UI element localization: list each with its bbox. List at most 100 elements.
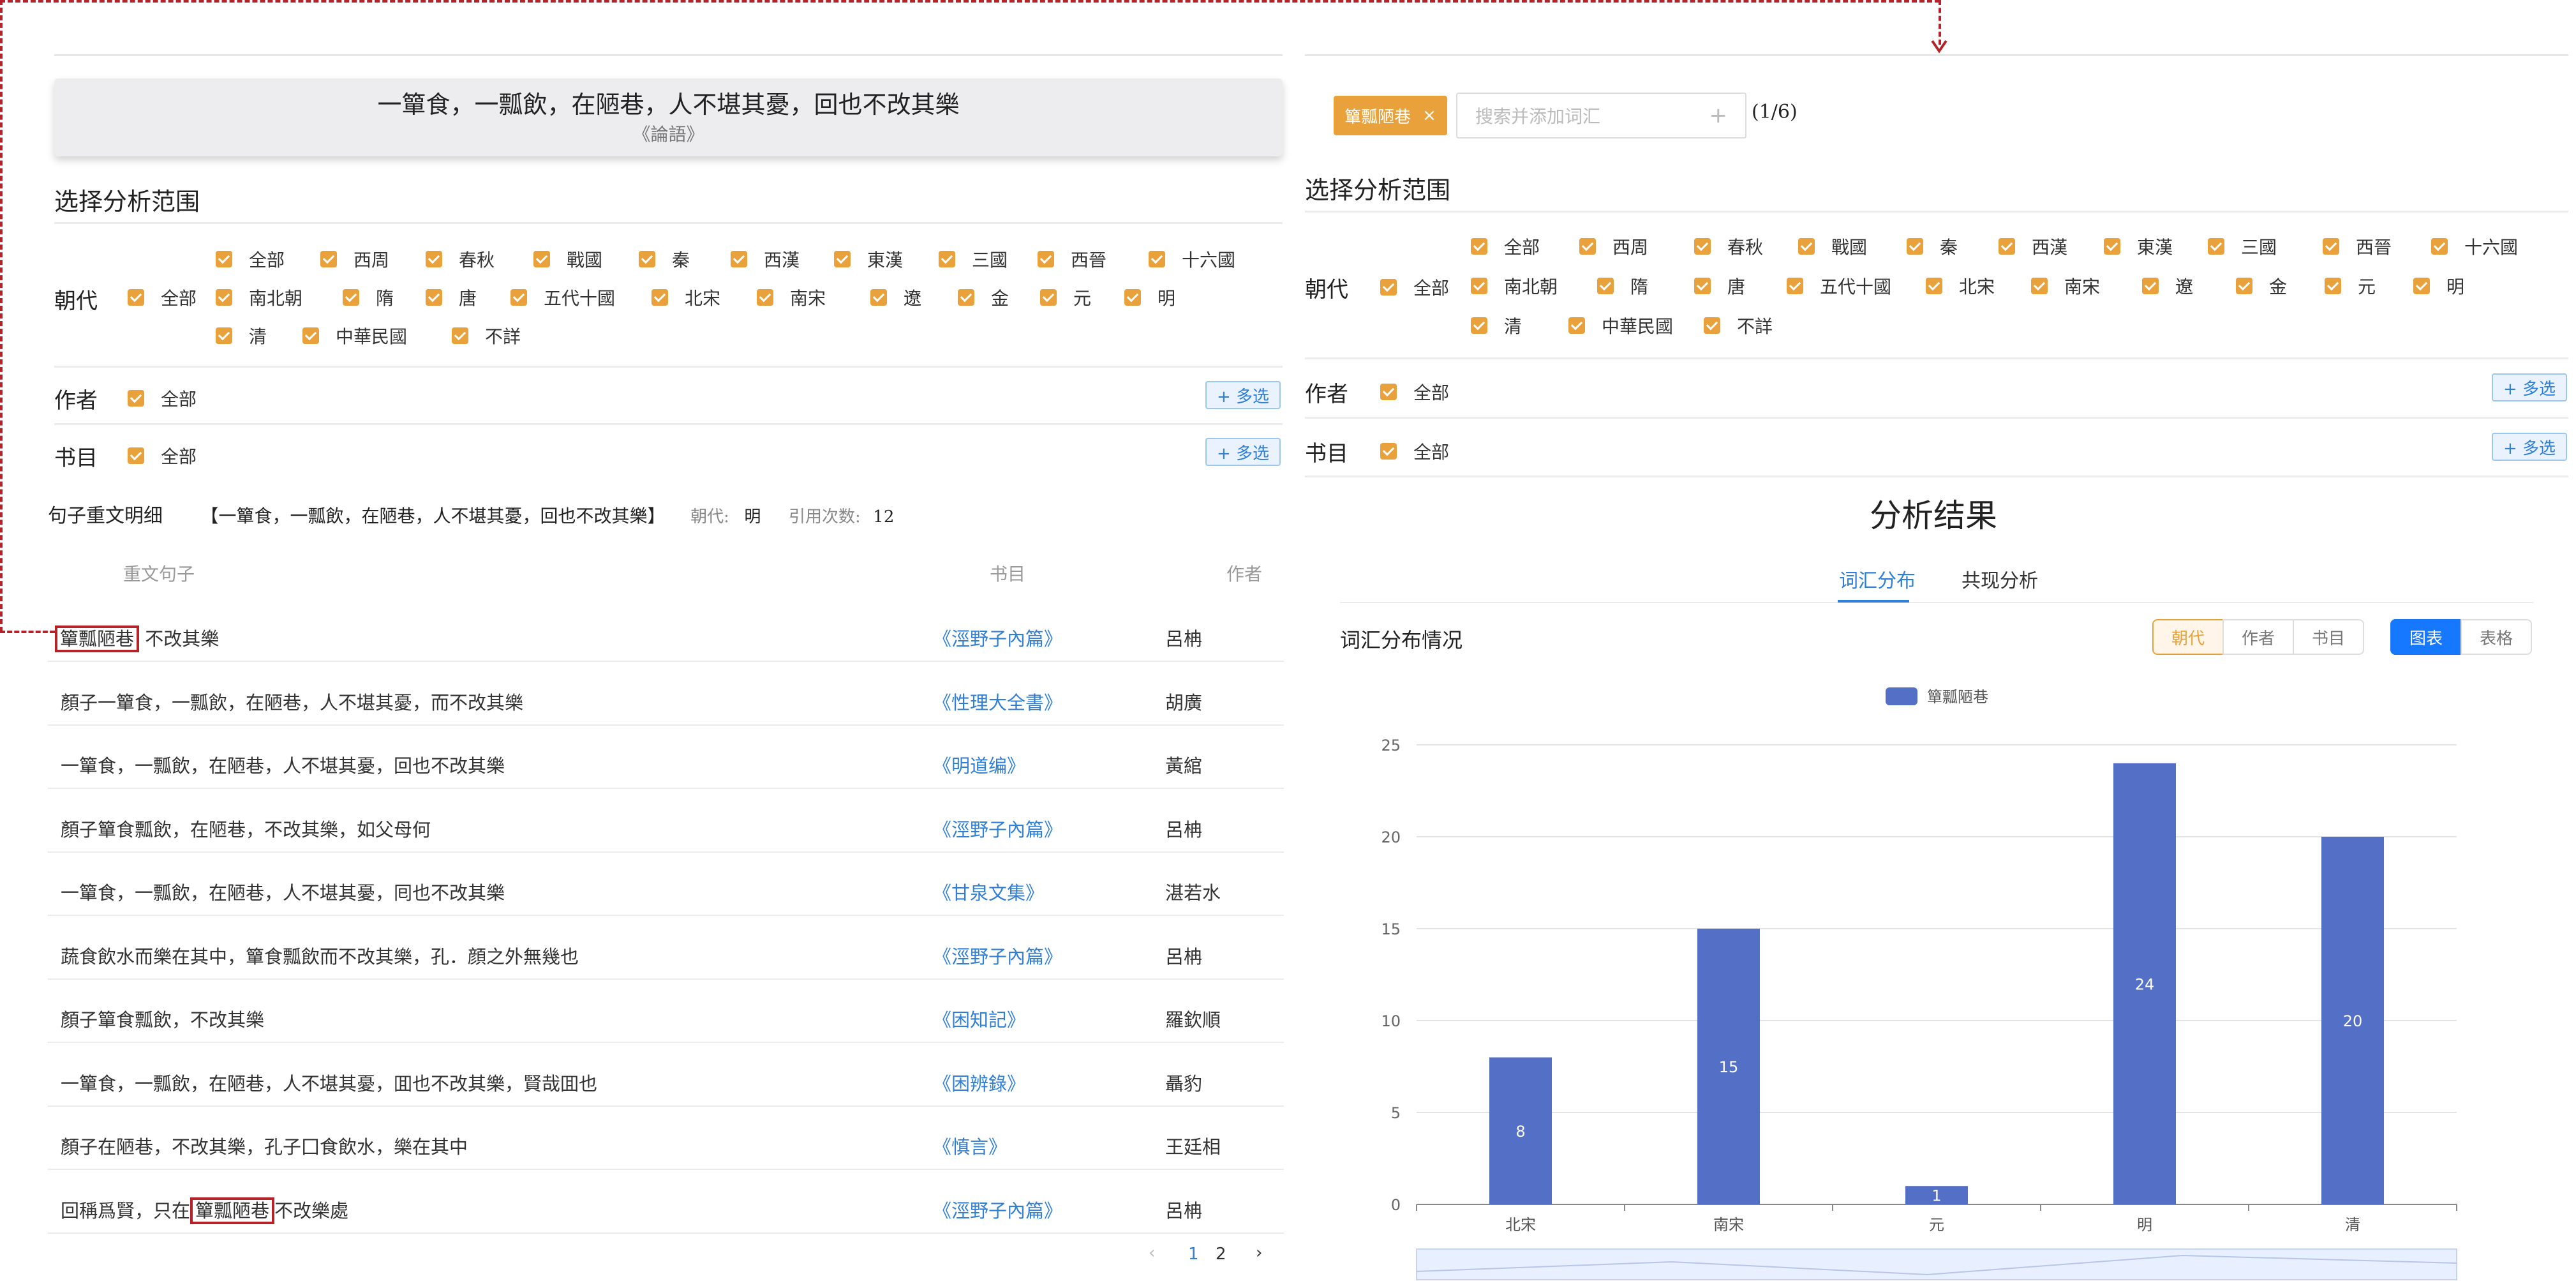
row-divider <box>48 1169 1284 1170</box>
dynasty-option-label: 南宋 <box>2064 276 2101 297</box>
dynasty-option-checkbox[interactable]: 元 <box>2325 273 2376 299</box>
dimension-dynasty-button[interactable]: 朝代 <box>2152 619 2224 655</box>
dynasty-option-checkbox[interactable]: 東漢 <box>834 246 903 272</box>
view-chart-button[interactable]: 图表 <box>2390 619 2462 655</box>
dynasty-option-checkbox[interactable]: 不詳 <box>452 323 521 348</box>
pager-prev-icon[interactable]: ‹ <box>1149 1243 1155 1262</box>
row-book-link[interactable]: 《涇野子內篇》 <box>933 815 1062 842</box>
checkbox-checked-icon <box>1124 289 1141 306</box>
checkbox-checked-icon <box>939 251 955 267</box>
dynasty-option-checkbox[interactable]: 十六國 <box>1149 246 1235 272</box>
dynasty-option-checkbox[interactable]: 五代十國 <box>510 285 615 310</box>
dynasty-option-checkbox[interactable]: 明 <box>2413 273 2464 299</box>
close-icon[interactable]: × <box>1422 106 1436 125</box>
author-all-checkbox-right[interactable]: 全部 <box>1380 379 1449 405</box>
dynasty-option-checkbox[interactable]: 隋 <box>1597 273 1648 299</box>
row-book-link[interactable]: 《涇野子內篇》 <box>933 624 1062 651</box>
checkbox-checked-icon <box>2325 278 2341 294</box>
dynasty-option-checkbox[interactable]: 戰國 <box>1798 234 1867 259</box>
dynasty-option-checkbox[interactable]: 東漢 <box>2104 234 2173 259</box>
dynasty-option-checkbox[interactable]: 中華民國 <box>302 323 407 348</box>
row-book-link[interactable]: 《性理大全書》 <box>933 688 1062 715</box>
dynasty-option-checkbox[interactable]: 清 <box>1471 313 1522 338</box>
dynasty-option-checkbox[interactable]: 隋 <box>343 285 394 310</box>
dynasty-option-checkbox[interactable]: 西漢 <box>731 246 800 272</box>
book-multi-select-button-right[interactable]: + 多选 <box>2492 433 2567 461</box>
dynasty-option-checkbox[interactable]: 十六國 <box>2431 234 2518 259</box>
dynasty-option-checkbox[interactable]: 北宋 <box>1926 273 1995 299</box>
dynasty-option-checkbox[interactable]: 西周 <box>320 246 389 272</box>
row-book-link[interactable]: 《困知記》 <box>933 1005 1025 1032</box>
dynasty-option-checkbox[interactable]: 戰國 <box>533 246 602 272</box>
checkbox-checked-icon <box>958 289 974 306</box>
row-book-link[interactable]: 《涇野子內篇》 <box>933 1196 1062 1223</box>
dynasty-option-checkbox[interactable]: 西周 <box>1579 234 1648 259</box>
dynasty-option-checkbox[interactable]: 西晉 <box>2323 234 2392 259</box>
dynasty-option-label: 清 <box>1504 316 1523 337</box>
bar-value-label: 8 <box>1515 1123 1525 1141</box>
dynasty-option-checkbox[interactable]: 五代十國 <box>1787 273 1891 299</box>
book-all-checkbox-right[interactable]: 全部 <box>1380 438 1449 464</box>
dynasty-option-checkbox[interactable]: 清 <box>216 323 267 348</box>
keyword-tag-label: 簞瓢陋巷 <box>1344 107 1411 127</box>
book-multi-select-button[interactable]: + 多选 <box>1205 438 1281 466</box>
dynasty-option-label: 中華民國 <box>336 326 408 347</box>
row-book-link[interactable]: 《涇野子內篇》 <box>933 942 1062 969</box>
dynasty-option-checkbox[interactable]: 三國 <box>939 246 1008 272</box>
dynasty-option-checkbox[interactable]: 唐 <box>1694 273 1745 299</box>
row-book-link[interactable]: 《困辨錄》 <box>933 1069 1025 1096</box>
dynasty-option-checkbox[interactable]: 南宋 <box>2031 273 2100 299</box>
dynasty-option-checkbox[interactable]: 西晉 <box>1038 246 1106 272</box>
dynasty-all-checkbox-right[interactable]: 全部 <box>1380 274 1449 300</box>
dynasty-option-checkbox[interactable]: 金 <box>2236 273 2287 299</box>
keyword-tag[interactable]: 簞瓢陋巷 × <box>1334 96 1447 135</box>
dynasty-option-checkbox[interactable]: 三國 <box>2208 234 2277 259</box>
plus-icon[interactable]: + <box>1709 103 1728 128</box>
view-table-button[interactable]: 表格 <box>2461 619 2532 655</box>
author-divider <box>54 423 1283 425</box>
dynasty-option-label: 西晉 <box>2356 237 2392 258</box>
dynasty-option-label: 南宋 <box>790 288 826 309</box>
dynasty-option-checkbox[interactable]: 南宋 <box>757 285 826 310</box>
tab-cooccurrence[interactable]: 共现分析 <box>1962 565 2038 593</box>
checkbox-checked-icon <box>426 251 442 267</box>
pager-page-1[interactable]: 1 <box>1188 1245 1199 1264</box>
author-all-checkbox[interactable]: 全部 <box>128 386 197 411</box>
tab-vocab-distribution[interactable]: 词汇分布 <box>1839 565 1916 593</box>
dynasty-option-checkbox[interactable]: 南北朝 <box>216 285 302 310</box>
keyword-search-input[interactable]: 搜索并添加词汇 + <box>1456 93 1746 139</box>
book-all-checkbox[interactable]: 全部 <box>128 443 197 468</box>
row-book-link[interactable]: 《甘泉文集》 <box>933 878 1044 905</box>
pager-page-2[interactable]: 2 <box>1216 1245 1226 1264</box>
row-book-link[interactable]: 《明道编》 <box>933 751 1025 778</box>
dimension-author-button[interactable]: 作者 <box>2222 619 2294 655</box>
dimension-book-button[interactable]: 书目 <box>2293 619 2364 655</box>
dynasty-option-checkbox[interactable]: 全部 <box>1471 234 1540 259</box>
dynasty-option-checkbox[interactable]: 西漢 <box>1999 234 2067 259</box>
pager-next-icon[interactable]: › <box>1256 1243 1262 1262</box>
dynasty-option-checkbox[interactable]: 全部 <box>216 246 285 272</box>
author-multi-select-button[interactable]: + 多选 <box>1205 381 1281 409</box>
dynasty-option-checkbox[interactable]: 遼 <box>870 285 921 310</box>
dynasty-option-checkbox[interactable]: 唐 <box>426 285 477 310</box>
dynasty-option-checkbox[interactable]: 北宋 <box>651 285 720 310</box>
row-divider <box>48 1232 1284 1234</box>
dynasty-option-checkbox[interactable]: 秦 <box>1907 234 1958 259</box>
dynasty-option-checkbox[interactable]: 元 <box>1040 285 1091 310</box>
row-book-link[interactable]: 《慎言》 <box>933 1132 1007 1159</box>
dynasty-option-checkbox[interactable]: 中華民國 <box>1568 313 1673 338</box>
dynasty-option-checkbox[interactable]: 春秋 <box>426 246 495 272</box>
dynasty-option-checkbox[interactable]: 秦 <box>639 246 690 272</box>
dynasty-option-label: 東漢 <box>2137 237 2173 258</box>
dynasty-option-checkbox[interactable]: 春秋 <box>1694 234 1763 259</box>
dynasty-all-checkbox[interactable]: 全部 <box>128 285 197 310</box>
dynasty-option-checkbox[interactable]: 金 <box>958 285 1009 310</box>
row-divider <box>48 915 1284 916</box>
checkbox-checked-icon <box>1704 317 1720 334</box>
bar-value-label: 1 <box>1932 1187 1941 1205</box>
dynasty-option-checkbox[interactable]: 遼 <box>2142 273 2193 299</box>
dynasty-option-checkbox[interactable]: 明 <box>1124 285 1175 310</box>
author-multi-select-button-right[interactable]: + 多选 <box>2492 373 2567 401</box>
dynasty-option-checkbox[interactable]: 南北朝 <box>1471 273 1558 299</box>
dynasty-option-checkbox[interactable]: 不詳 <box>1704 313 1773 338</box>
